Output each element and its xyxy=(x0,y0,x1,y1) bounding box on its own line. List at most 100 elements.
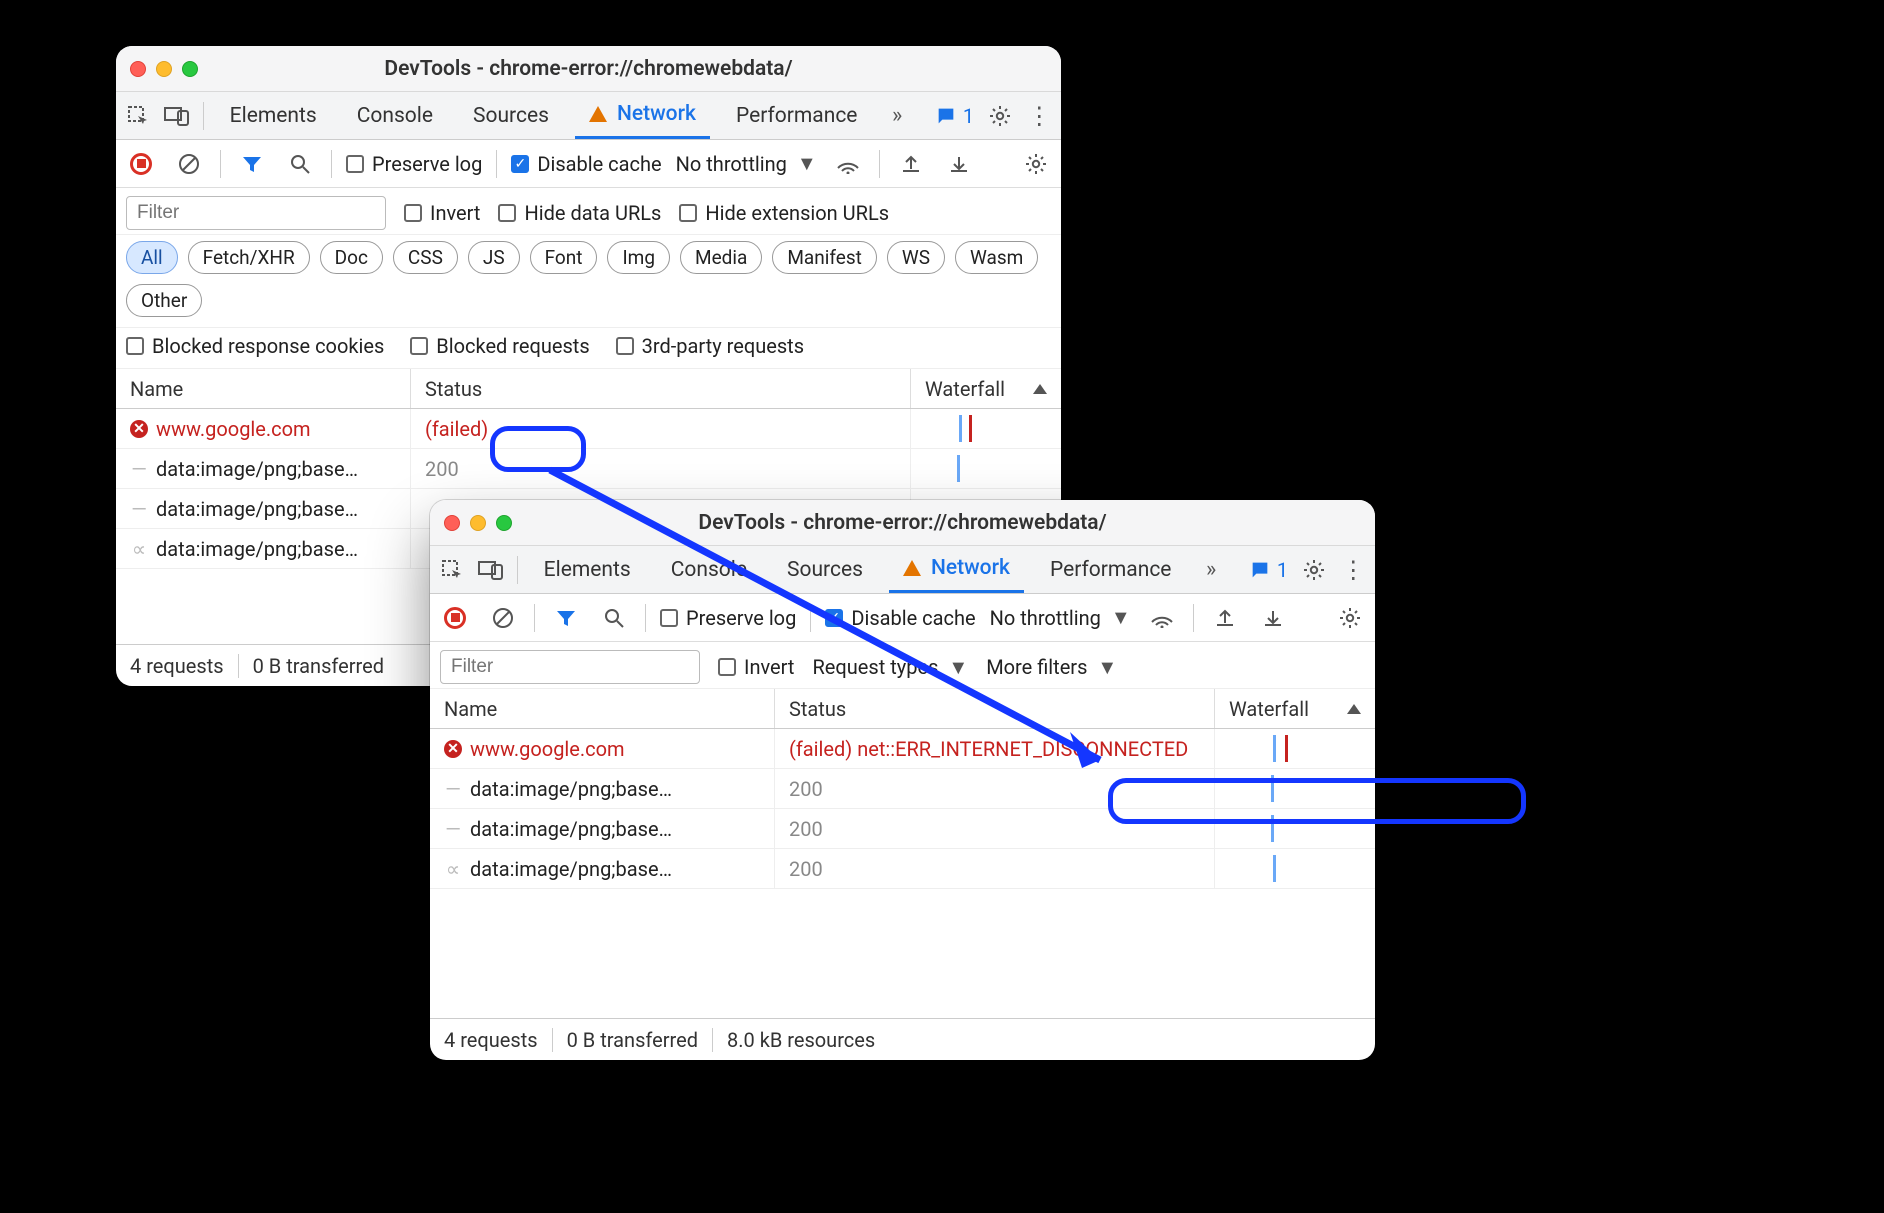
table-row[interactable]: ✕www.google.com(failed) xyxy=(116,409,1061,449)
record-button[interactable] xyxy=(438,601,472,635)
filter-pill-doc[interactable]: Doc xyxy=(320,241,383,274)
maximize-window-button[interactable] xyxy=(496,515,512,531)
table-row[interactable]: ✕www.google.com(failed) net::ERR_INTERNE… xyxy=(430,729,1375,769)
network-settings-icon[interactable] xyxy=(1333,601,1367,635)
cell-status: 200 xyxy=(775,849,1215,888)
filter-pill-other[interactable]: Other xyxy=(126,284,202,317)
device-toolbar-icon[interactable] xyxy=(477,553,504,587)
filter-pill-fetchxhr[interactable]: Fetch/XHR xyxy=(188,241,310,274)
col-waterfall[interactable]: Waterfall xyxy=(911,369,1061,408)
traffic-lights xyxy=(444,515,512,531)
table-row[interactable]: ∝data:image/png;base…200 xyxy=(430,849,1375,889)
tab-sources[interactable]: Sources xyxy=(459,92,563,139)
search-icon[interactable] xyxy=(283,147,317,181)
throttling-select[interactable]: No throttling▼ xyxy=(676,151,817,176)
issues-badge[interactable]: 1 xyxy=(935,104,974,128)
export-har-icon[interactable] xyxy=(942,147,976,181)
filter-icon[interactable] xyxy=(549,601,583,635)
hide-data-urls-checkbox[interactable]: Hide data URLs xyxy=(498,201,661,225)
more-filters-dropdown[interactable]: More filters▼ xyxy=(986,655,1117,680)
filter-pill-font[interactable]: Font xyxy=(530,241,598,274)
more-tabs-button[interactable]: » xyxy=(1197,553,1224,587)
invert-checkbox[interactable]: Invert xyxy=(404,201,480,225)
devtools-window-2: DevTools - chrome-error://chromewebdata/… xyxy=(430,500,1375,1060)
settings-icon[interactable] xyxy=(1300,553,1327,587)
export-har-icon[interactable] xyxy=(1256,601,1290,635)
no-icon: — xyxy=(130,500,148,518)
minimize-window-button[interactable] xyxy=(156,61,172,77)
titlebar[interactable]: DevTools - chrome-error://chromewebdata/ xyxy=(430,500,1375,546)
tab-elements[interactable]: Elements xyxy=(216,92,331,139)
tab-console[interactable]: Console xyxy=(657,546,761,593)
cell-status: 200 xyxy=(775,769,1215,808)
filter-pill-img[interactable]: Img xyxy=(607,241,670,274)
search-icon[interactable] xyxy=(597,601,631,635)
warning-icon xyxy=(903,560,921,576)
request-types-dropdown[interactable]: Request types▼ xyxy=(812,655,968,680)
kebab-menu-icon[interactable]: ⋮ xyxy=(1026,99,1053,133)
filter-pill-manifest[interactable]: Manifest xyxy=(772,241,877,274)
inspect-element-icon[interactable] xyxy=(438,553,465,587)
minimize-window-button[interactable] xyxy=(470,515,486,531)
network-conditions-icon[interactable] xyxy=(1145,601,1179,635)
tab-elements[interactable]: Elements xyxy=(530,546,645,593)
filter-input[interactable] xyxy=(440,650,700,684)
col-name[interactable]: Name xyxy=(116,369,411,408)
filter-pill-ws[interactable]: WS xyxy=(887,241,945,274)
more-tabs-button[interactable]: » xyxy=(883,99,910,133)
filter-input[interactable] xyxy=(126,196,386,230)
import-har-icon[interactable] xyxy=(894,147,928,181)
preserve-log-checkbox[interactable]: Preserve log xyxy=(660,606,796,630)
invert-label: Invert xyxy=(430,201,480,225)
tab-sources[interactable]: Sources xyxy=(773,546,877,593)
blocked-cookies-checkbox[interactable]: Blocked response cookies xyxy=(126,334,384,358)
throttling-select[interactable]: No throttling▼ xyxy=(990,605,1131,630)
inspect-element-icon[interactable] xyxy=(124,99,151,133)
filter-pill-js[interactable]: JS xyxy=(468,241,520,274)
settings-icon[interactable] xyxy=(986,99,1013,133)
disable-cache-checkbox[interactable]: Disable cache xyxy=(511,152,661,176)
table-row[interactable]: —data:image/png;base…200 xyxy=(430,769,1375,809)
titlebar[interactable]: DevTools - chrome-error://chromewebdata/ xyxy=(116,46,1061,92)
network-toolbar: Preserve log Disable cache No throttling… xyxy=(430,594,1375,642)
device-toolbar-icon[interactable] xyxy=(163,99,190,133)
tab-performance[interactable]: Performance xyxy=(722,92,871,139)
close-window-button[interactable] xyxy=(130,61,146,77)
clear-button[interactable] xyxy=(172,147,206,181)
col-status[interactable]: Status xyxy=(775,689,1215,728)
filter-icon[interactable] xyxy=(235,147,269,181)
resource-icon: ∝ xyxy=(444,860,462,878)
tab-network[interactable]: Network xyxy=(575,92,710,139)
network-settings-icon[interactable] xyxy=(1019,147,1053,181)
issues-badge[interactable]: 1 xyxy=(1249,558,1288,582)
filter-pill-media[interactable]: Media xyxy=(680,241,762,274)
col-name[interactable]: Name xyxy=(430,689,775,728)
tab-console[interactable]: Console xyxy=(343,92,447,139)
col-waterfall[interactable]: Waterfall xyxy=(1215,689,1375,728)
table-header[interactable]: Name Status Waterfall xyxy=(116,369,1061,409)
disable-cache-checkbox[interactable]: Disable cache xyxy=(825,606,975,630)
preserve-log-checkbox[interactable]: Preserve log xyxy=(346,152,482,176)
tab-performance[interactable]: Performance xyxy=(1036,546,1185,593)
cell-waterfall xyxy=(1215,729,1375,768)
third-party-checkbox[interactable]: 3rd-party requests xyxy=(616,334,804,358)
table-header[interactable]: Name Status Waterfall xyxy=(430,689,1375,729)
col-status[interactable]: Status xyxy=(411,369,911,408)
network-conditions-icon[interactable] xyxy=(831,147,865,181)
table-row[interactable]: —data:image/png;base…200 xyxy=(430,809,1375,849)
blocked-requests-checkbox[interactable]: Blocked requests xyxy=(410,334,589,358)
close-window-button[interactable] xyxy=(444,515,460,531)
kebab-menu-icon[interactable]: ⋮ xyxy=(1340,553,1367,587)
filter-pill-all[interactable]: All xyxy=(126,241,178,274)
filter-pill-wasm[interactable]: Wasm xyxy=(955,241,1038,274)
clear-button[interactable] xyxy=(486,601,520,635)
import-har-icon[interactable] xyxy=(1208,601,1242,635)
filter-pill-css[interactable]: CSS xyxy=(393,241,458,274)
maximize-window-button[interactable] xyxy=(182,61,198,77)
invert-checkbox[interactable]: Invert xyxy=(718,655,794,679)
hide-extension-urls-checkbox[interactable]: Hide extension URLs xyxy=(679,201,889,225)
record-button[interactable] xyxy=(124,147,158,181)
tab-network[interactable]: Network xyxy=(889,546,1024,593)
disable-cache-label: Disable cache xyxy=(537,152,661,176)
table-row[interactable]: —data:image/png;base…200 xyxy=(116,449,1061,489)
